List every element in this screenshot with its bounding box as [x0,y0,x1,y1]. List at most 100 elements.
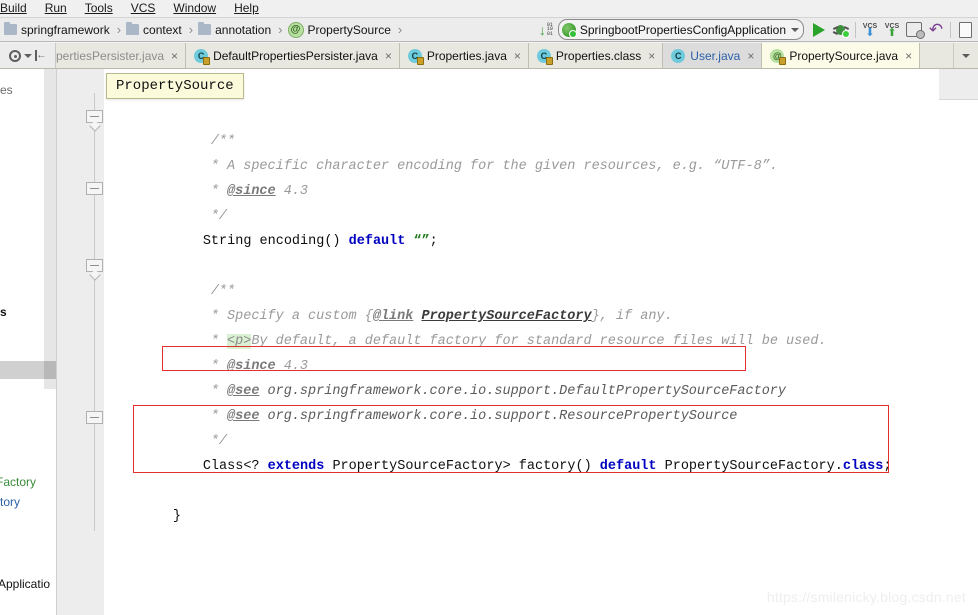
gear-icon[interactable] [8,49,21,62]
tooltip-label: PropertySource [116,78,234,94]
document-button[interactable] [954,19,976,41]
project-item-label: ctory [0,495,21,509]
javadoc-tag: @see [227,409,260,424]
editor-tab-properties-class[interactable]: C Properties.class × [528,43,664,68]
spring-boot-icon [561,22,577,38]
tab-label: Properties.java [426,48,507,63]
breadcrumb-separator: › [397,22,403,37]
javadoc-tag: @since [227,184,276,199]
tab-label: pertiesPersister.java [56,48,165,63]
menu-vcs-label: VCS [130,1,156,15]
editor-tabs: pertiesPersister.java × C DefaultPropert… [56,43,953,68]
code-fold-marker[interactable] [86,110,103,123]
close-icon[interactable]: × [747,49,754,63]
close-icon[interactable]: × [171,49,178,63]
chevron-down-icon [962,53,970,58]
chevron-down-icon [791,27,799,32]
editor-tab-propertiespersister[interactable]: pertiesPersister.java × [56,43,187,68]
code-token: ; [429,234,438,249]
menu-tools[interactable]: Tools [76,0,122,17]
close-icon[interactable]: × [648,49,655,63]
close-icon[interactable]: × [905,49,912,63]
tab-tools-group: ← [0,43,56,68]
breadcrumb-item-propertysource[interactable]: @ PropertySource [286,19,393,41]
run-icon [813,22,825,37]
menu-help[interactable]: Help [225,0,268,17]
vcs-commit-icon: VCS ⬆ [885,23,899,39]
code-content: /** * A specific character encoding for … [104,69,892,615]
run-configuration-selector[interactable]: SpringbootPropertiesConfigApplication [557,19,804,40]
code-fold-marker[interactable] [86,182,103,195]
code-keyword: default [599,459,657,474]
project-item-label: es [0,83,13,97]
code-keyword: default [348,234,406,249]
code-line: Class<? extends PropertySourceFactory> f… [138,429,892,504]
code-token: ; [883,459,892,474]
menu-run-label: Run [44,1,67,15]
vcs-update-button[interactable]: VCS ⬇ [859,19,881,41]
code-token: PropertySourceFactory. [656,459,843,474]
close-icon[interactable]: × [385,49,392,63]
code-string: “” [413,234,430,249]
java-class-icon: C [407,48,424,65]
run-button[interactable] [808,19,830,41]
project-scrollbar-thumb[interactable] [44,361,56,379]
toolbar-divider [855,21,856,38]
java-annotation-icon: @ [770,48,787,65]
breadcrumb-item-annotation[interactable]: annotation [196,19,273,41]
chevron-down-icon[interactable] [23,53,32,58]
breadcrumb-item-springframework[interactable]: springframework [2,19,112,41]
undo-button[interactable]: ↶ [925,19,947,41]
breadcrumb-item-context[interactable]: context [124,19,184,41]
close-icon[interactable]: × [514,49,521,63]
project-panel-scrollbar[interactable] [44,69,56,389]
editor-tab-properties-java[interactable]: C Properties.java × [399,43,529,68]
download-dependencies-icon[interactable]: ↓ 01 10 01 [536,19,556,41]
run-configuration-name: SpringbootPropertiesConfigApplication [579,22,786,37]
vcs-commit-button[interactable]: VCS ⬆ [881,19,903,41]
code-fold-marker[interactable] [86,411,103,424]
watermark: https://smilenicky.blog.csdn.net [766,589,966,605]
menu-tools-label: Tools [84,1,113,15]
menu-window-label: Window [173,1,217,15]
breadcrumb-label: context [143,22,182,37]
menu-build-label: Build [0,1,27,15]
sync-button[interactable] [903,19,925,41]
code-fold-marker[interactable] [86,259,103,272]
folder-icon [198,22,212,35]
menu-build[interactable]: Build [0,0,36,17]
project-item-label: s [0,305,7,319]
folder-icon [4,22,17,35]
java-class-icon: C [194,48,211,65]
main-toolbar: ↓ 01 10 01 SpringbootPropertiesConfigAppli… [536,17,978,42]
toolbar-divider [950,21,951,38]
editor-tab-strip: ← pertiesPersister.java × C DefaultPrope… [0,43,978,69]
tab-label: Properties.class [555,48,642,63]
breadcrumb: springframework › context › annotation ›… [0,19,405,41]
code-line: } [108,479,181,554]
collapse-all-icon[interactable]: ← [34,50,47,61]
tab-label: DefaultPropertiesPersister.java [213,48,378,63]
debug-button[interactable] [830,19,852,41]
breadcrumb-separator: › [188,22,194,37]
editor-tab-propertysource-java[interactable]: @ PropertySource.java × [762,43,921,68]
project-item-label: Factory [0,475,37,489]
tab-overflow-button[interactable] [953,43,978,68]
menu-vcs[interactable]: VCS [122,0,165,17]
code-editor[interactable]: /** * A specific character encoding for … [104,69,978,615]
code-token: String encoding() [202,234,349,249]
document-icon [958,21,972,38]
breadcrumb-label: PropertySource [307,22,391,37]
code-token: PropertySourceFactory> factory() [324,459,600,474]
editor-tab-defaultpropertiespersister[interactable]: C DefaultPropertiesPersister.java × [186,43,400,68]
javadoc-reference[interactable]: org.springframework.core.io.support.Reso… [259,409,738,424]
editor-gutter[interactable] [57,69,105,615]
menu-help-label: Help [234,1,259,15]
project-tool-window[interactable]: es s Factory ctory Applicatio [0,69,57,615]
project-item-label: Applicatio [0,577,51,591]
menu-run[interactable]: Run [36,0,76,17]
menu-window[interactable]: Window [164,0,225,17]
intellij-idea-window: Build Run Tools VCS Window Help springfr… [0,0,978,615]
code-token: By default, a default factory for standa… [251,334,827,349]
editor-tab-user-java[interactable]: C User.java × [663,43,763,68]
